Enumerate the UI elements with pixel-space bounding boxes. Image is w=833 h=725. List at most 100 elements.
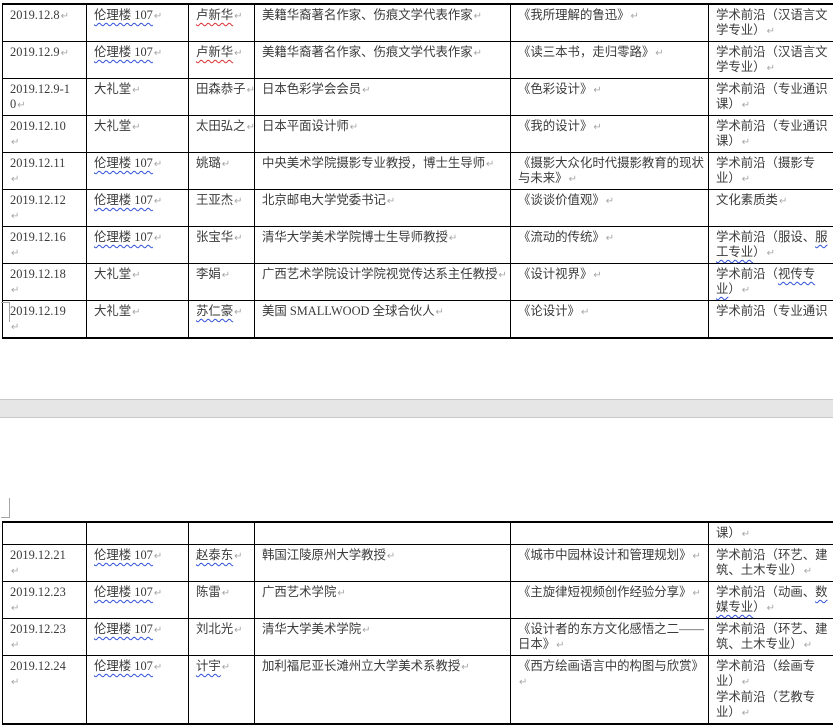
cell-desc[interactable]: 美国 SMALLWOOD 全球合伙人↵ bbox=[255, 301, 511, 339]
cell-title[interactable]: 《谈谈价值观》↵ bbox=[511, 190, 709, 227]
cell-title[interactable]: 《我所理解的鲁迅》↵ bbox=[511, 4, 709, 42]
cell-text: 日本平面设计师 bbox=[262, 119, 349, 133]
cell-desc[interactable] bbox=[255, 522, 511, 545]
cell-title[interactable]: 《色彩设计》↵ bbox=[511, 79, 709, 116]
cell-venue[interactable]: 大礼堂↵ bbox=[87, 264, 189, 301]
cell-speaker[interactable]: 卢新华↵ bbox=[189, 4, 255, 42]
cell-title[interactable]: 《城市中园林设计和管理规划》↵ bbox=[511, 545, 709, 582]
cell-venue[interactable]: 伦理楼 107↵ bbox=[87, 656, 189, 725]
cell-venue[interactable]: 伦理楼 107↵ bbox=[87, 227, 189, 264]
cell-date[interactable]: 2019.12.8↵ bbox=[3, 4, 87, 42]
cell-speaker[interactable]: 计宇↵ bbox=[189, 656, 255, 725]
table-row: 2019.12.24↵伦理楼 107↵计宇↵加利福尼亚长滩州立大学美术系教授↵《… bbox=[3, 656, 833, 725]
cell-venue[interactable]: 伦理楼 107↵ bbox=[87, 153, 189, 190]
cell-venue[interactable]: 伦理楼 107↵ bbox=[87, 4, 189, 42]
cell-category[interactable]: 课）↵ bbox=[709, 522, 833, 545]
cell-category[interactable]: 学术前沿（摄影专业）↵ bbox=[709, 153, 833, 190]
cell-desc[interactable]: 日本色彩学会会员↵ bbox=[255, 79, 511, 116]
cell-date[interactable]: 2019.12.16↵ bbox=[3, 227, 87, 264]
cell-speaker[interactable]: 李娟↵ bbox=[189, 264, 255, 301]
cell-date[interactable]: 2019.12.12↵ bbox=[3, 190, 87, 227]
cell-speaker[interactable]: 王亚杰↵ bbox=[189, 190, 255, 227]
cell-speaker[interactable] bbox=[189, 522, 255, 545]
cell-category[interactable]: 学术前沿（专业通识课）↵ bbox=[709, 79, 833, 116]
cell-venue[interactable]: 伦理楼 107↵ bbox=[87, 190, 189, 227]
cell-end-mark: ↵ bbox=[234, 196, 242, 207]
cell-category[interactable]: 学术前沿（环艺、建筑、土木专业）↵ bbox=[709, 545, 833, 582]
cell-date[interactable]: 2019.12.24↵ bbox=[3, 656, 87, 725]
cell-desc[interactable]: 美籍华裔著名作家、伤痕文学代表作家↵ bbox=[255, 42, 511, 79]
cell-date[interactable]: 2019.12.23↵ bbox=[3, 619, 87, 656]
cell-date[interactable]: 2019.12.23↵ bbox=[3, 582, 87, 619]
cell-title[interactable]: 《摄影大众化时代摄影教育的现状与未来》↵ bbox=[511, 153, 709, 190]
cell-venue[interactable]: 伦理楼 107↵ bbox=[87, 42, 189, 79]
cell-desc[interactable]: 北京邮电大学党委书记↵ bbox=[255, 190, 511, 227]
cell-title[interactable]: 《设计视界》↵ bbox=[511, 264, 709, 301]
cell-desc[interactable]: 日本平面设计师↵ bbox=[255, 116, 511, 153]
cell-speaker[interactable]: 太田弘之↵ bbox=[189, 116, 255, 153]
cell-desc[interactable]: 清华大学美术学院博士生导师教授↵ bbox=[255, 227, 511, 264]
cell-title[interactable] bbox=[511, 522, 709, 545]
cell-date[interactable]: 2019.12.9-10↵ bbox=[3, 79, 87, 116]
cell-speaker[interactable]: 田森恭子↵ bbox=[189, 79, 255, 116]
cell-venue[interactable]: 大礼堂↵ bbox=[87, 79, 189, 116]
cell-text: 2019.12.10 bbox=[10, 119, 66, 133]
cell-venue[interactable]: 大礼堂↵ bbox=[87, 301, 189, 339]
cell-category[interactable]: 学术前沿（环艺、建筑、土木专业）↵ bbox=[709, 619, 833, 656]
cell-desc[interactable]: 美籍华裔著名作家、伤痕文学代表作家↵ bbox=[255, 4, 511, 42]
cell-title[interactable]: 《论设计》↵ bbox=[511, 301, 709, 339]
cell-desc[interactable]: 韩国江陵原州大学教授↵ bbox=[255, 545, 511, 582]
cell-category[interactable]: 学术前沿（汉语言文学专业）↵ bbox=[709, 42, 833, 79]
cell-category[interactable]: 学术前沿（汉语言文学专业）↵ bbox=[709, 4, 833, 42]
cell-title[interactable]: 《读三本书，走归零路》↵ bbox=[511, 42, 709, 79]
cell-speaker[interactable]: 刘北光↵ bbox=[189, 619, 255, 656]
cell-text: 大礼堂 bbox=[94, 119, 131, 133]
table-row: 2019.12.9↵伦理楼 107↵卢新华↵美籍华裔著名作家、伤痕文学代表作家↵… bbox=[3, 42, 833, 79]
cell-desc[interactable]: 广西艺术学院↵ bbox=[255, 582, 511, 619]
cell-date[interactable]: 2019.12.9↵ bbox=[3, 42, 87, 79]
cell-date[interactable]: 2019.12.21↵ bbox=[3, 545, 87, 582]
misspelled-text: 伦理楼 107 bbox=[94, 585, 153, 599]
misspelled-text: 伦理楼 107 bbox=[94, 8, 153, 22]
cell-end-mark: ↵ bbox=[804, 640, 812, 651]
cell-speaker[interactable]: 赵泰东↵ bbox=[189, 545, 255, 582]
cell-title[interactable]: 《流动的传统》↵ bbox=[511, 227, 709, 264]
cell-category[interactable]: 学术前沿（动画、数媒专业）↵ bbox=[709, 582, 833, 619]
cell-category[interactable]: 学术前沿（专业通识课）↵ bbox=[709, 116, 833, 153]
cell-venue[interactable]: 伦理楼 107↵ bbox=[87, 619, 189, 656]
cell-title[interactable]: 《西方绘画语言中的构图与欣赏》↵ bbox=[511, 656, 709, 725]
cell-date[interactable] bbox=[3, 522, 87, 545]
cell-speaker[interactable]: 苏仁豪↵ bbox=[189, 301, 255, 339]
cell-date[interactable]: 2019.12.10↵ bbox=[3, 116, 87, 153]
cell-end-mark: ↵ bbox=[11, 322, 19, 333]
cell-title[interactable]: 《我的设计》↵ bbox=[511, 116, 709, 153]
misspelled-text: 伦理楼 107 bbox=[94, 45, 153, 59]
cell-desc[interactable]: 加利福尼亚长滩州立大学美术系教授↵ bbox=[255, 656, 511, 725]
cell-end-mark: ↵ bbox=[486, 159, 494, 170]
cell-speaker[interactable]: 卢新华↵ bbox=[189, 42, 255, 79]
cell-category[interactable]: 学术前沿（绘画专业）↵学术前沿（艺教专业）↵ bbox=[709, 656, 833, 725]
cell-text: 学术前沿（专业通识课） bbox=[716, 119, 828, 148]
cell-venue[interactable]: 伦理楼 107↵ bbox=[87, 545, 189, 582]
cell-date[interactable]: 2019.12.18↵ bbox=[3, 264, 87, 301]
cell-venue[interactable] bbox=[87, 522, 189, 545]
cell-category[interactable]: 学术前沿（专业通识 bbox=[709, 301, 833, 339]
cell-venue[interactable]: 伦理楼 107↵ bbox=[87, 582, 189, 619]
cell-category[interactable]: 学术前沿（视传专业）↵ bbox=[709, 264, 833, 301]
cell-end-mark: ↵ bbox=[767, 603, 775, 614]
cell-speaker[interactable]: 陈雷↵ bbox=[189, 582, 255, 619]
cell-category[interactable]: 文化素质类↵ bbox=[709, 190, 833, 227]
cell-venue[interactable]: 大礼堂↵ bbox=[87, 116, 189, 153]
cell-title[interactable]: 《设计者的东方文化感悟之二——日本》↵ bbox=[511, 619, 709, 656]
cell-text: ） bbox=[753, 600, 765, 614]
cell-title[interactable]: 《主旋律短视频创作经验分享》↵ bbox=[511, 582, 709, 619]
cell-speaker[interactable]: 姚璐↵ bbox=[189, 153, 255, 190]
table-row: 2019.12.19↵大礼堂↵苏仁豪↵美国 SMALLWOOD 全球合伙人↵《论… bbox=[3, 301, 833, 339]
cell-date[interactable]: 2019.12.11↵ bbox=[3, 153, 87, 190]
cell-desc[interactable]: 中央美术学院摄影专业教授，博士生导师↵ bbox=[255, 153, 511, 190]
cell-desc[interactable]: 清华大学美术学院↵ bbox=[255, 619, 511, 656]
cell-desc[interactable]: 广西艺术学院设计学院视觉传达系主任教授↵ bbox=[255, 264, 511, 301]
cell-category[interactable]: 学术前沿（服设、服工专业）↵ bbox=[709, 227, 833, 264]
cell-speaker[interactable]: 张宝华↵ bbox=[189, 227, 255, 264]
cell-date[interactable]: 2019.12.19↵ bbox=[3, 301, 87, 339]
